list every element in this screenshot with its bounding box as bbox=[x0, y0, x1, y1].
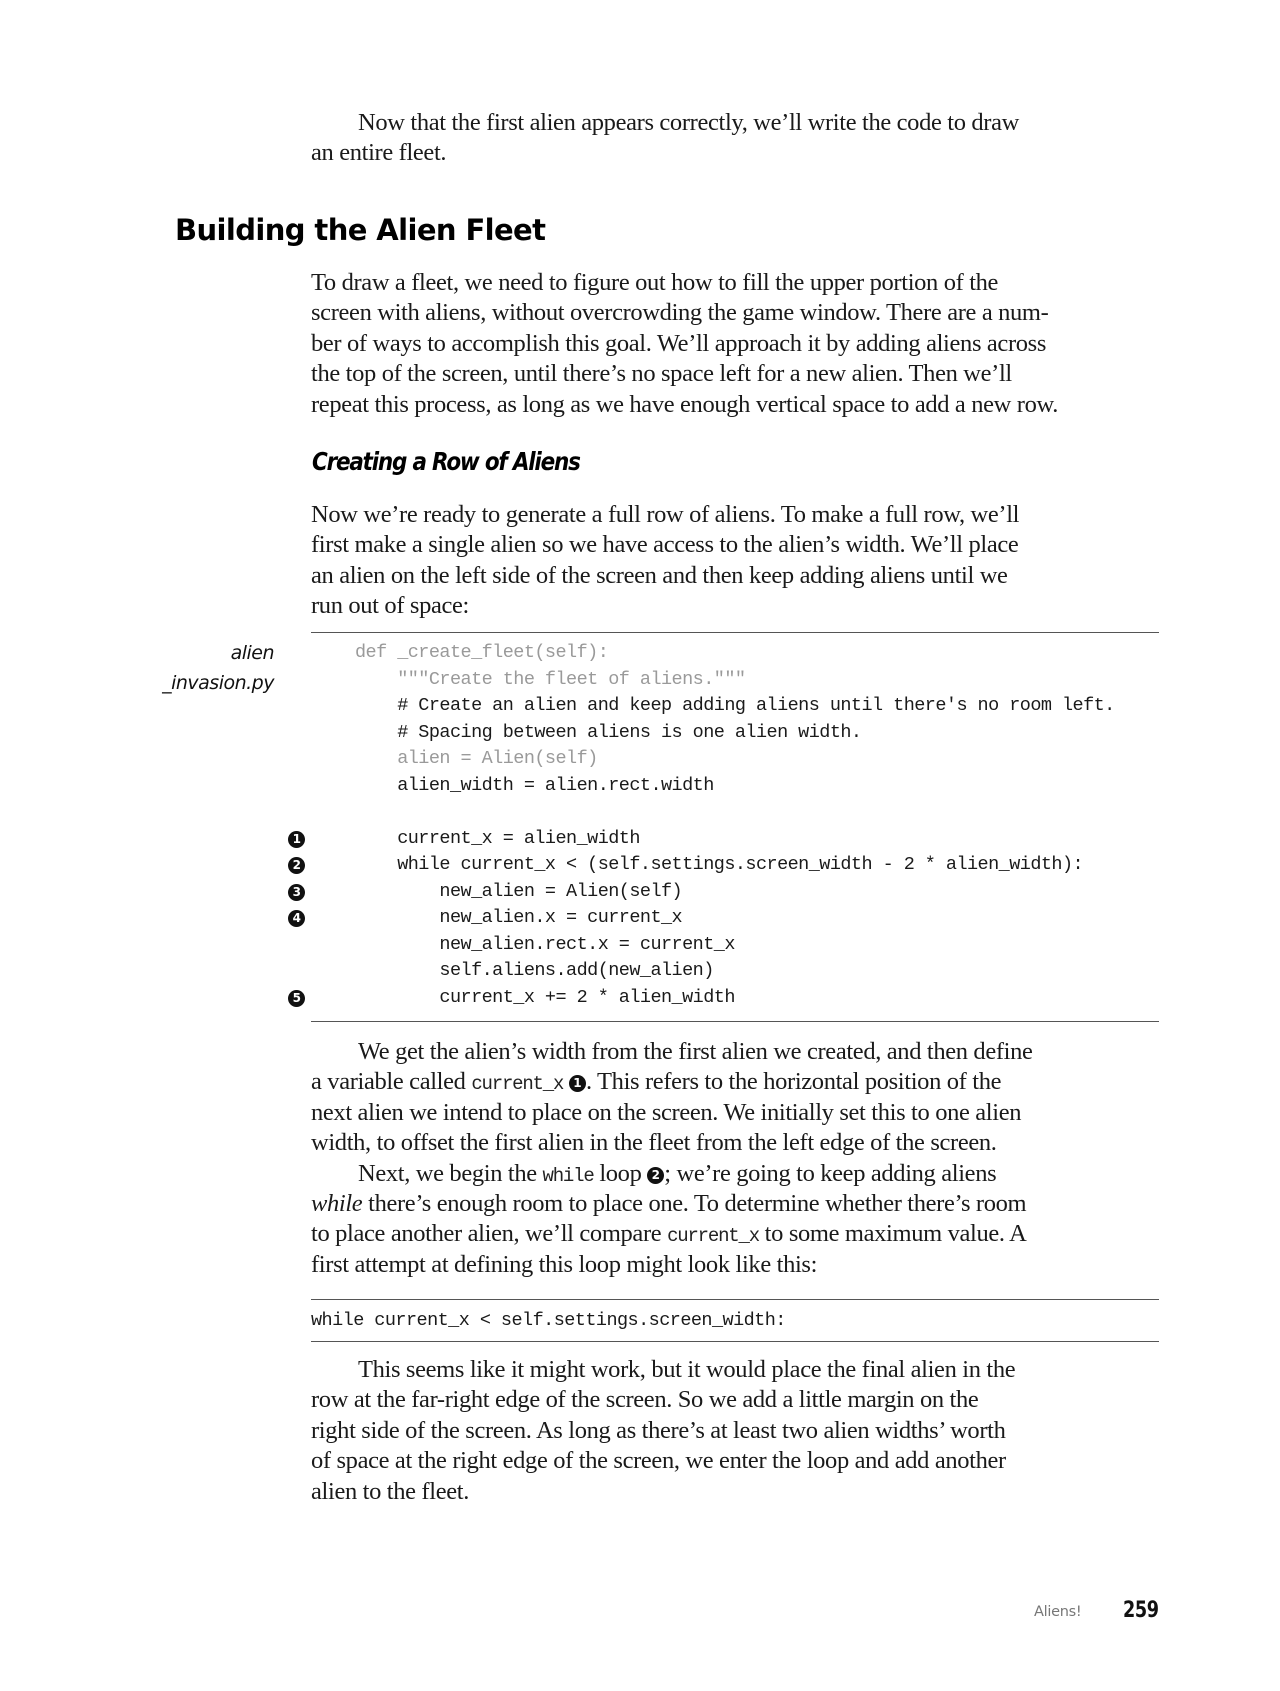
code-line: def _create_fleet(self): bbox=[355, 640, 1115, 667]
subsection-heading: Creating a Row of Aliens bbox=[312, 447, 581, 476]
callout-2-icon: 2 bbox=[647, 1166, 665, 1184]
snippet-top-rule bbox=[311, 1299, 1159, 1300]
snippet-bottom-rule bbox=[311, 1341, 1159, 1342]
code-line: # Spacing between aliens is one alien wi… bbox=[355, 720, 1115, 747]
code-line: self.aliens.add(new_alien) bbox=[355, 958, 1115, 985]
text-line: first make a single alien so we have acc… bbox=[311, 531, 1019, 559]
callout-5-icon: 5 bbox=[288, 989, 305, 1007]
code-text: """Create the fleet of aliens.""" bbox=[355, 668, 746, 690]
code-line: alien = Alien(self) bbox=[355, 746, 1115, 773]
conclusion-paragraph: This seems like it might work, but it wo… bbox=[311, 1355, 1161, 1507]
code-line: 5 current_x += 2 * alien_width bbox=[288, 985, 1115, 1012]
code-listing: def _create_fleet(self): """Create the f… bbox=[288, 640, 1115, 1012]
text-line: alien to the fleet. bbox=[311, 1477, 469, 1505]
text-line: repeat this process, as long as we have … bbox=[311, 390, 1058, 418]
callout-1-icon: 1 bbox=[288, 830, 305, 848]
text-fragment: ; we’re going to keep adding aliens bbox=[664, 1159, 997, 1187]
code-text: def _create_fleet(self): bbox=[355, 642, 609, 663]
text-line: first attempt at defining this loop migh… bbox=[311, 1250, 818, 1278]
inline-code: while bbox=[542, 1164, 595, 1187]
code-text: current_x += 2 * alien_width bbox=[355, 986, 735, 1008]
subsection-paragraph: Now we’re ready to generate a full row o… bbox=[311, 500, 1161, 622]
text-line: We get the alien’s width from the first … bbox=[358, 1038, 1033, 1065]
inline-code: current_x bbox=[667, 1225, 760, 1248]
text-line: Next, we begin the while loop 2; we’re g… bbox=[311, 1159, 1161, 1189]
text-line: screen with aliens, without overcrowding… bbox=[311, 299, 1049, 327]
code-line: alien_width = alien.rect.width bbox=[355, 773, 1115, 800]
code-line: # Create an alien and keep adding aliens… bbox=[355, 693, 1115, 720]
text-line: ber of ways to accomplish this goal. We’… bbox=[311, 329, 1047, 357]
code-text: new_alien.x = current_x bbox=[355, 907, 683, 928]
callout-4-icon: 4 bbox=[288, 910, 305, 927]
callout-3-icon: 3 bbox=[288, 883, 305, 901]
section-paragraph: To draw a fleet, we need to figure out h… bbox=[311, 268, 1161, 420]
first-attempt-code: while current_x < self.settings.screen_w… bbox=[311, 1310, 786, 1331]
code-line: 4 new_alien.x = current_x bbox=[288, 905, 1115, 932]
code-line: 3 new_alien = Alien(self) bbox=[288, 879, 1115, 906]
section-heading: Building the Alien Fleet bbox=[175, 213, 546, 247]
text-fragment: there’s enough room to place one. To det… bbox=[362, 1189, 1027, 1217]
text-line: Now we’re ready to generate a full row o… bbox=[311, 501, 1020, 528]
listing-filename: alien _invasion.py bbox=[162, 638, 274, 698]
text-line: To draw a fleet, we need to figure out h… bbox=[311, 269, 999, 296]
text-line: next alien we intend to place on the scr… bbox=[311, 1098, 1022, 1126]
intro-paragraph: Now that the first alien appears correct… bbox=[311, 108, 1161, 169]
text-fragment: . This refers to the horizontal position… bbox=[585, 1068, 1002, 1096]
code-text: alien = Alien(self) bbox=[355, 748, 598, 769]
code-text: new_alien.rect.x = current_x bbox=[355, 933, 735, 955]
text-line: an entire fleet. bbox=[311, 139, 447, 167]
filename-line: _invasion.py bbox=[162, 672, 274, 694]
explanation-paragraph: We get the alien’s width from the first … bbox=[311, 1037, 1161, 1280]
filename-line: alien bbox=[230, 642, 275, 664]
text-line: an alien on the left side of the screen … bbox=[311, 561, 1008, 589]
callout-1-icon: 1 bbox=[568, 1075, 586, 1093]
code-text: new_alien = Alien(self) bbox=[355, 880, 683, 902]
code-text: # Spacing between aliens is one alien wi… bbox=[355, 721, 862, 743]
code-text: self.aliens.add(new_alien) bbox=[355, 960, 714, 981]
text-line: This seems like it might work, but it wo… bbox=[358, 1356, 1016, 1383]
footer-chapter-title: Aliens! bbox=[1034, 1604, 1082, 1620]
text-fragment: loop bbox=[593, 1159, 648, 1187]
callout-2-icon: 2 bbox=[288, 857, 305, 874]
text-line: right side of the screen. As long as the… bbox=[311, 1416, 1006, 1444]
code-line: 2 while current_x < (self.settings.scree… bbox=[288, 852, 1115, 879]
code-text: current_x = alien_width bbox=[355, 827, 640, 849]
code-bottom-rule bbox=[311, 1021, 1159, 1022]
code-text: while current_x < (self.settings.screen_… bbox=[355, 854, 1084, 875]
code-line: """Create the fleet of aliens.""" bbox=[355, 667, 1115, 694]
text-fragment: a variable called bbox=[311, 1068, 472, 1096]
text-line: of space at the right edge of the screen… bbox=[311, 1447, 1006, 1475]
text-line: width, to offset the first alien in the … bbox=[311, 1129, 997, 1157]
text-line: to place another alien, we’ll compare cu… bbox=[311, 1219, 1161, 1249]
emphasis-word: while bbox=[311, 1189, 363, 1217]
code-text: # Create an alien and keep adding aliens… bbox=[355, 695, 1115, 716]
code-line: new_alien.rect.x = current_x bbox=[355, 932, 1115, 959]
inline-code: current_x bbox=[471, 1073, 564, 1096]
text-line: a variable called current_x 1. This refe… bbox=[311, 1067, 1161, 1097]
page-number: 259 bbox=[1123, 1598, 1159, 1623]
code-line: 1 current_x = alien_width bbox=[288, 826, 1115, 853]
text-line: Now that the first alien appears correct… bbox=[358, 109, 1019, 136]
text-line: while there’s enough room to place one. … bbox=[311, 1189, 1161, 1219]
text-line: the top of the screen, until there’s no … bbox=[311, 360, 1012, 388]
text-line: row at the far-right edge of the screen.… bbox=[311, 1386, 979, 1414]
text-line: run out of space: bbox=[311, 592, 470, 620]
text-fragment: to place another alien, we’ll compare bbox=[311, 1220, 668, 1248]
text-fragment: to some maximum value. A bbox=[758, 1220, 1027, 1248]
code-top-rule bbox=[311, 632, 1159, 633]
code-text: alien_width = alien.rect.width bbox=[355, 774, 714, 796]
text-fragment: Next, we begin the bbox=[358, 1159, 543, 1187]
